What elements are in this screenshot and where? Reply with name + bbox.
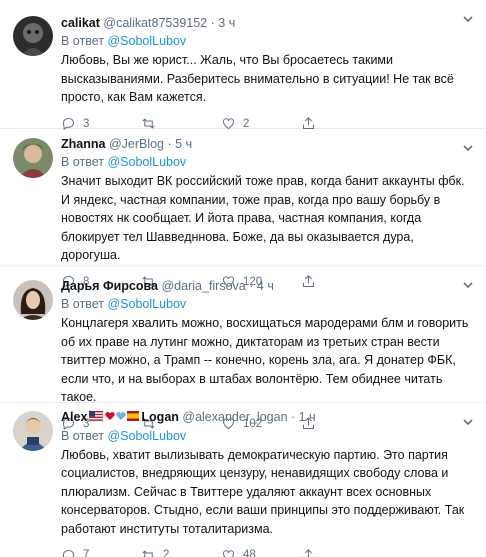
author-name[interactable]: Zhanna bbox=[61, 137, 105, 151]
author-name-part2: Logan bbox=[141, 410, 179, 424]
tweet[interactable]: calikat @calikat87539152 · 3 ч В ответ @… bbox=[0, 0, 486, 131]
separator-dot: · bbox=[210, 16, 215, 30]
tweet-text: Любовь, хватит вылизывать демократическу… bbox=[61, 447, 465, 536]
author-handle[interactable]: @alexander_logan bbox=[182, 410, 287, 424]
us-flag-icon bbox=[89, 410, 104, 421]
like-icon bbox=[223, 550, 234, 557]
tweet-time[interactable]: 5 ч bbox=[175, 137, 192, 151]
separator-dot: · bbox=[249, 279, 254, 293]
tweet[interactable]: Alex Logan @alexander_logan · 1 ч В ответ… bbox=[0, 403, 486, 557]
more-options-button[interactable] bbox=[462, 141, 474, 153]
author-name[interactable]: Дарья Фирсова bbox=[61, 279, 158, 293]
tweet-text: Концлагеря хвалить можно, восхищаться ма… bbox=[61, 316, 469, 404]
author-handle[interactable]: @JerBlog bbox=[109, 137, 164, 151]
tweet[interactable]: Дарья Фирсова @daria_firsova · 4 ч В отв… bbox=[0, 266, 486, 431]
retweet-count: 2 bbox=[163, 549, 170, 557]
author-name[interactable]: calikat bbox=[61, 16, 100, 30]
chevron-down-icon bbox=[463, 16, 473, 23]
like-count: 2 bbox=[243, 117, 250, 130]
chevron-down-icon bbox=[463, 145, 473, 152]
more-options-button[interactable] bbox=[462, 12, 474, 24]
share-icon bbox=[303, 548, 314, 557]
tweet-header: Zhanna @JerBlog · 5 ч bbox=[61, 135, 476, 153]
tweet-text: Любовь, Вы же юрист... Жаль, что Вы брос… bbox=[61, 53, 454, 104]
tweet-time[interactable]: 4 ч bbox=[257, 279, 274, 293]
retweet-icon bbox=[142, 550, 153, 557]
chevron-down-icon bbox=[463, 419, 473, 426]
reply-mention[interactable]: @SobolLubov bbox=[107, 34, 186, 48]
reply-prefix: В ответ bbox=[61, 297, 104, 311]
like-button[interactable]: 48 bbox=[221, 548, 301, 557]
author-name-part1: Alex bbox=[61, 410, 88, 424]
author-handle[interactable]: @daria_firsova bbox=[161, 279, 245, 293]
chevron-down-icon bbox=[463, 282, 473, 289]
author-handle[interactable]: @calikat87539152 bbox=[103, 16, 207, 30]
share-button[interactable] bbox=[301, 548, 381, 557]
tweet-time[interactable]: 1 ч bbox=[299, 410, 316, 424]
reply-feed: calikat @calikat87539152 · 3 ч В ответ @… bbox=[0, 0, 486, 557]
reply-prefix: В ответ bbox=[61, 155, 104, 169]
tweet-text: Значит выходит ВК российский тоже прав, … bbox=[61, 174, 465, 262]
separator-dot: · bbox=[291, 410, 296, 424]
reply-mention[interactable]: @SobolLubov bbox=[107, 429, 186, 443]
tweet-body: calikat @calikat87539152 · 3 ч В ответ @… bbox=[61, 14, 476, 133]
tweet-header: calikat @calikat87539152 · 3 ч bbox=[61, 14, 476, 32]
avatar[interactable] bbox=[13, 411, 53, 451]
reply-prefix: В ответ bbox=[61, 428, 104, 443]
spain-flag-icon bbox=[127, 410, 140, 421]
author-name[interactable]: Alex Logan bbox=[61, 410, 179, 424]
avatar[interactable] bbox=[13, 280, 53, 320]
reply-count: 3 bbox=[83, 117, 90, 130]
tweet-time[interactable]: 3 ч bbox=[218, 16, 235, 30]
reply-context: В ответ @SobolLubov bbox=[61, 32, 476, 50]
avatar[interactable] bbox=[13, 16, 53, 56]
reply-prefix: В ответ bbox=[61, 34, 104, 48]
tweet-header: Alex Logan @alexander_logan · 1 ч bbox=[61, 408, 476, 427]
tweet[interactable]: Zhanna @JerBlog · 5 ч В ответ @SobolLubo… bbox=[0, 129, 486, 289]
red-heart-icon bbox=[105, 411, 116, 420]
blue-heart-icon bbox=[116, 411, 127, 420]
flag-heart-emoji-icons bbox=[89, 410, 140, 421]
reply-mention[interactable]: @SobolLubov bbox=[107, 155, 186, 169]
reply-count: 7 bbox=[83, 549, 90, 557]
reply-context: В ответ @SobolLubov bbox=[61, 427, 476, 445]
name-emojis bbox=[88, 409, 140, 427]
avatar[interactable] bbox=[13, 138, 53, 178]
reply-icon bbox=[62, 549, 75, 557]
more-options-button[interactable] bbox=[462, 278, 474, 290]
reply-context: В ответ @SobolLubov bbox=[61, 295, 476, 313]
tweet-actions: 7 2 48 bbox=[61, 546, 476, 557]
tweet-body: Alex Logan @alexander_logan · 1 ч В ответ… bbox=[61, 408, 476, 557]
reply-context: В ответ @SobolLubov bbox=[61, 153, 476, 171]
retweet-button[interactable]: 2 bbox=[141, 548, 221, 557]
reply-button[interactable]: 7 bbox=[61, 548, 141, 557]
reply-mention[interactable]: @SobolLubov bbox=[107, 297, 186, 311]
like-count: 48 bbox=[243, 549, 256, 557]
tweet-header: Дарья Фирсова @daria_firsova · 4 ч bbox=[61, 277, 476, 295]
more-options-button[interactable] bbox=[462, 415, 474, 427]
separator-dot: · bbox=[167, 137, 172, 151]
